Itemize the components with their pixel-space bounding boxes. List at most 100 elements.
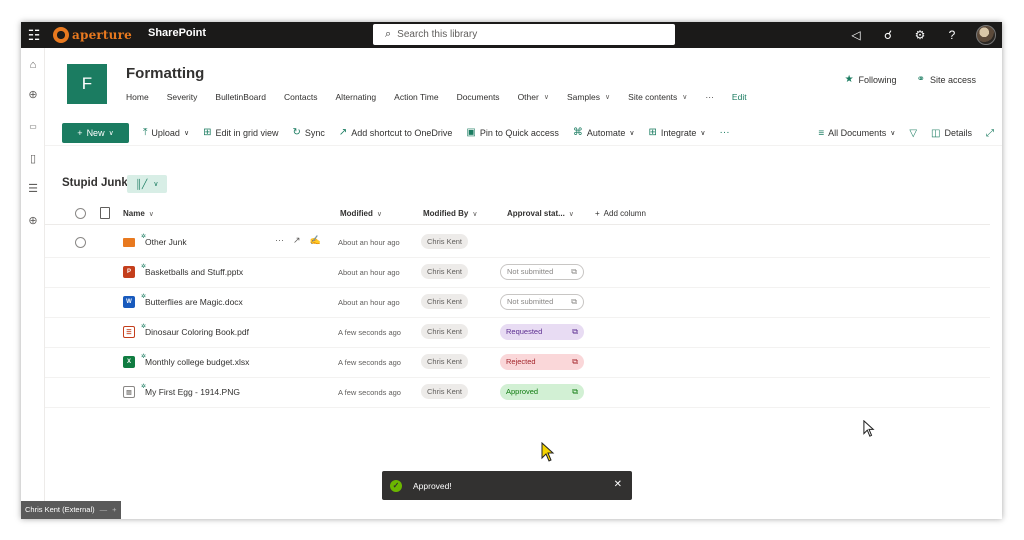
row-select-checkbox[interactable] [75,237,86,248]
add-column-button[interactable]: + Add column [595,209,646,218]
status-badge[interactable]: Requested ⧉ [500,324,584,340]
nav-item-bulletinboard[interactable]: BulletinBoard [215,92,266,102]
site-navigation: Home Severity BulletinBoard Contacts Alt… [126,89,765,105]
globe-icon[interactable]: ⊕ [25,87,41,103]
browser-frame: ☷ aperture SharePoint ⌕ Search this libr… [21,22,1002,519]
nav-item-site-contents[interactable]: Site contents ∨ [628,92,687,102]
more-icon[interactable]: ··· [275,235,284,246]
pin-quick-access-button[interactable]: ▣ Pin to Quick access [466,127,558,138]
upload-icon: ⤒ [143,127,148,138]
user-session-tab[interactable]: Chris Kent (External) — + [21,501,121,519]
share-icon[interactable]: ☌ [880,27,896,43]
following-button[interactable]: ★ Following [845,74,897,85]
nav-item-action-time[interactable]: Action Time [394,92,438,102]
chevron-down-icon: ∨ [682,94,688,101]
add-icon[interactable]: + [112,501,116,519]
share-icon[interactable]: ↗ [293,235,301,246]
modified-by-persona[interactable]: Chris Kent [421,234,469,249]
site-title[interactable]: Formatting [126,65,204,82]
integrate-button[interactable]: ⊞ Integrate ∨ [649,127,706,138]
plus-icon: + [77,127,83,138]
list-item[interactable]: ☰ ✲ Dinosaur Coloring Book.pdf A few sec… [45,318,990,348]
automate-button[interactable]: ⌘ Automate ∨ [573,127,635,138]
close-icon[interactable]: ✕ [614,479,622,490]
file-name[interactable]: Other Junk [145,237,187,247]
status-badge[interactable]: Approved ⧉ [500,384,584,400]
megaphone-icon[interactable]: ◁ [848,27,864,43]
modified-by-persona[interactable]: Chris Kent [421,384,469,399]
news-icon[interactable]: ▭ [25,119,41,135]
avatar[interactable] [976,25,996,45]
nav-item-home[interactable]: Home [126,92,149,102]
list-item[interactable]: ✲ Other Junk ··· ↗ ✍ About an hour ago C… [45,228,990,258]
nav-edit-link[interactable]: Edit [732,92,747,102]
open-external-icon: ⧉ [572,387,578,396]
chevron-down-icon: ∨ [890,130,896,137]
chevron-down-icon: ∨ [629,129,635,137]
modified-by-persona[interactable]: Chris Kent [421,324,469,339]
nav-item-documents[interactable]: Documents [457,92,500,102]
status-badge[interactable]: Not submitted ⧉ [500,264,584,280]
search-input[interactable]: ⌕ Search this library [373,24,675,45]
library-views-button[interactable]: ║╱ ∨ [127,175,167,193]
file-name[interactable]: Dinosaur Coloring Book.pdf [145,327,249,337]
list-icon[interactable]: ☰ [25,181,41,197]
minimize-icon[interactable]: — [100,501,108,519]
chevron-down-icon: ∨ [472,210,478,218]
automate-icon: ⌘ [572,127,583,138]
help-icon[interactable]: ? [944,27,960,43]
edit-grid-view-button[interactable]: ⊞ Edit in grid view [203,127,278,138]
more-commands-button[interactable]: ··· [720,127,730,138]
home-icon[interactable]: ⌂ [25,57,41,73]
open-external-icon: ⧉ [571,267,577,276]
site-logo[interactable]: F [67,64,107,104]
column-header-name[interactable]: Name ∨ [123,209,154,218]
file-name[interactable]: My First Egg - 1914.PNG [145,387,240,397]
add-shortcut-button[interactable]: ↗ Add shortcut to OneDrive [339,127,452,138]
site-access-button[interactable]: ⚭ Site access [917,74,976,85]
filter-button[interactable]: ▽ [909,128,917,139]
gear-icon[interactable]: ⚙ [912,27,928,43]
sync-button[interactable]: ↻ Sync [293,127,325,138]
file-type-icon[interactable] [100,207,110,219]
waffle-icon[interactable]: ☷ [25,26,43,44]
plus-icon: + [595,209,600,218]
column-header-approval-status[interactable]: Approval stat... ∨ [507,209,574,218]
modified-by-persona[interactable]: Chris Kent [421,264,469,279]
list-item[interactable]: W ✲ Butterflies are Magic.docx About an … [45,288,990,318]
create-icon[interactable]: ⊕ [25,213,41,229]
nav-item-contacts[interactable]: Contacts [284,92,318,102]
nav-item-severity[interactable]: Severity [167,92,198,102]
nav-item-samples[interactable]: Samples ∨ [567,92,610,102]
new-button[interactable]: + New ∨ [62,122,129,143]
brand-logo[interactable]: aperture [53,25,132,45]
view-selector[interactable]: ≡ All Documents ∨ [818,128,895,139]
column-header-modified-by[interactable]: Modified By ∨ [423,209,477,218]
status-badge[interactable]: Not submitted ⧉ [500,294,584,310]
status-badge[interactable]: Rejected ⧉ [500,354,584,370]
expand-icon[interactable]: ⤢ [986,128,994,139]
nav-more-button[interactable]: ··· [705,92,714,102]
sign-icon[interactable]: ✍ [310,235,321,246]
nav-item-other[interactable]: Other ∨ [518,92,549,102]
list-item[interactable]: ▨ ✲ My First Egg - 1914.PNG A few second… [45,378,990,408]
list-item[interactable]: X ✲ Monthly college budget.xlsx A few se… [45,348,990,378]
app-name[interactable]: SharePoint [148,27,206,39]
pin-icon: ▣ [466,127,476,138]
open-external-icon: ⧉ [571,297,577,306]
details-button[interactable]: ◫ Details [931,128,972,139]
modified-by-persona[interactable]: Chris Kent [421,354,469,369]
modified-by-persona[interactable]: Chris Kent [421,294,469,309]
document-icon[interactable]: ▯ [25,151,41,167]
list-header: Name ∨ Modified ∨ Modified By ∨ Approval st… [45,203,990,225]
file-name[interactable]: Monthly college budget.xlsx [145,357,249,367]
search-placeholder: Search this library [397,29,478,40]
file-name[interactable]: Basketballs and Stuff.pptx [145,267,243,277]
list-item[interactable]: P ✲ Basketballs and Stuff.pptx About an … [45,258,990,288]
open-external-icon: ⧉ [572,357,578,366]
select-all-checkbox[interactable] [75,208,86,219]
file-name[interactable]: Butterflies are Magic.docx [145,297,243,307]
nav-item-alternating[interactable]: Alternating [336,92,377,102]
column-header-modified[interactable]: Modified ∨ [340,209,382,218]
upload-button[interactable]: ⤒ Upload ∨ [143,127,189,138]
